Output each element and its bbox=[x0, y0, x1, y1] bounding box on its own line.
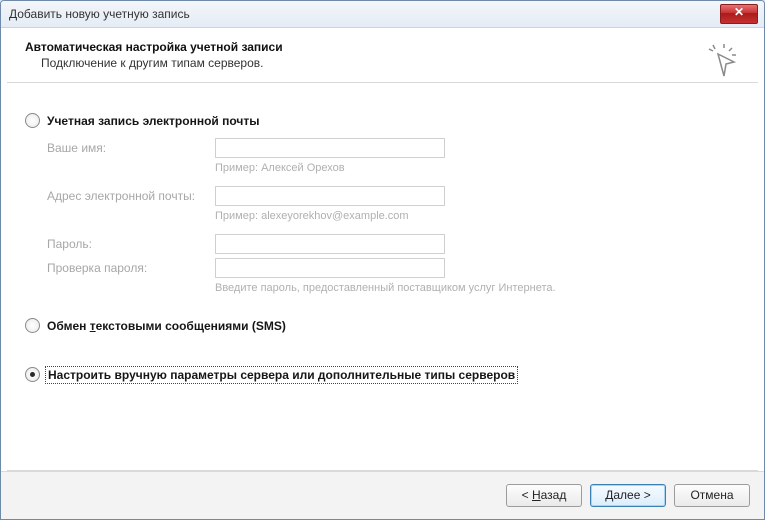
radio-icon bbox=[25, 318, 40, 333]
option-sms[interactable]: Обмен текстовыми сообщениями (SMS) bbox=[25, 318, 740, 333]
hint-password: Введите пароль, предоставленный поставщи… bbox=[215, 282, 740, 294]
button-row: < Назад Далее > Отмена bbox=[1, 471, 764, 519]
hint-name: Пример: Алексей Орехов bbox=[215, 162, 740, 174]
label-email: Адрес электронной почты: bbox=[47, 189, 215, 203]
email-form: Ваше имя: Пример: Алексей Орехов Адрес э… bbox=[47, 138, 740, 294]
option-label: Настроить вручную параметры сервера или … bbox=[47, 368, 516, 382]
header-title: Автоматическая настройка учетной записи bbox=[25, 40, 740, 54]
label-confirm: Проверка пароля: bbox=[47, 261, 215, 275]
row-password: Пароль: bbox=[47, 234, 740, 254]
titlebar: Добавить новую учетную запись ✕ bbox=[1, 1, 764, 28]
close-button[interactable]: ✕ bbox=[720, 4, 758, 24]
header-subtitle: Подключение к другим типам серверов. bbox=[41, 56, 740, 70]
cursor-sparkle-icon bbox=[704, 40, 744, 80]
dialog-window: Добавить новую учетную запись ✕ Автомати… bbox=[0, 0, 765, 520]
radio-icon bbox=[25, 113, 40, 128]
option-email-account[interactable]: Учетная запись электронной почты bbox=[25, 113, 740, 128]
input-password bbox=[215, 234, 445, 254]
close-icon: ✕ bbox=[734, 5, 744, 19]
option-label: Обмен текстовыми сообщениями (SMS) bbox=[47, 319, 286, 333]
hint-email: Пример: alexeyorekhov@example.com bbox=[215, 210, 740, 222]
row-email: Адрес электронной почты: bbox=[47, 186, 740, 206]
row-name: Ваше имя: bbox=[47, 138, 740, 158]
option-label: Учетная запись электронной почты bbox=[47, 114, 260, 128]
input-email bbox=[215, 186, 445, 206]
wizard-header: Автоматическая настройка учетной записи … bbox=[7, 28, 758, 83]
cancel-button[interactable]: Отмена bbox=[674, 484, 750, 507]
next-button[interactable]: Далее > bbox=[590, 484, 666, 507]
radio-icon bbox=[25, 367, 40, 382]
option-manual-config[interactable]: Настроить вручную параметры сервера или … bbox=[25, 367, 740, 382]
row-confirm-password: Проверка пароля: bbox=[47, 258, 740, 278]
label-name: Ваше имя: bbox=[47, 141, 215, 155]
input-confirm bbox=[215, 258, 445, 278]
window-title: Добавить новую учетную запись bbox=[9, 7, 190, 21]
input-name bbox=[215, 138, 445, 158]
back-button[interactable]: < Назад bbox=[506, 484, 582, 507]
wizard-body: Учетная запись электронной почты Ваше им… bbox=[7, 93, 758, 471]
label-password: Пароль: bbox=[47, 237, 215, 251]
